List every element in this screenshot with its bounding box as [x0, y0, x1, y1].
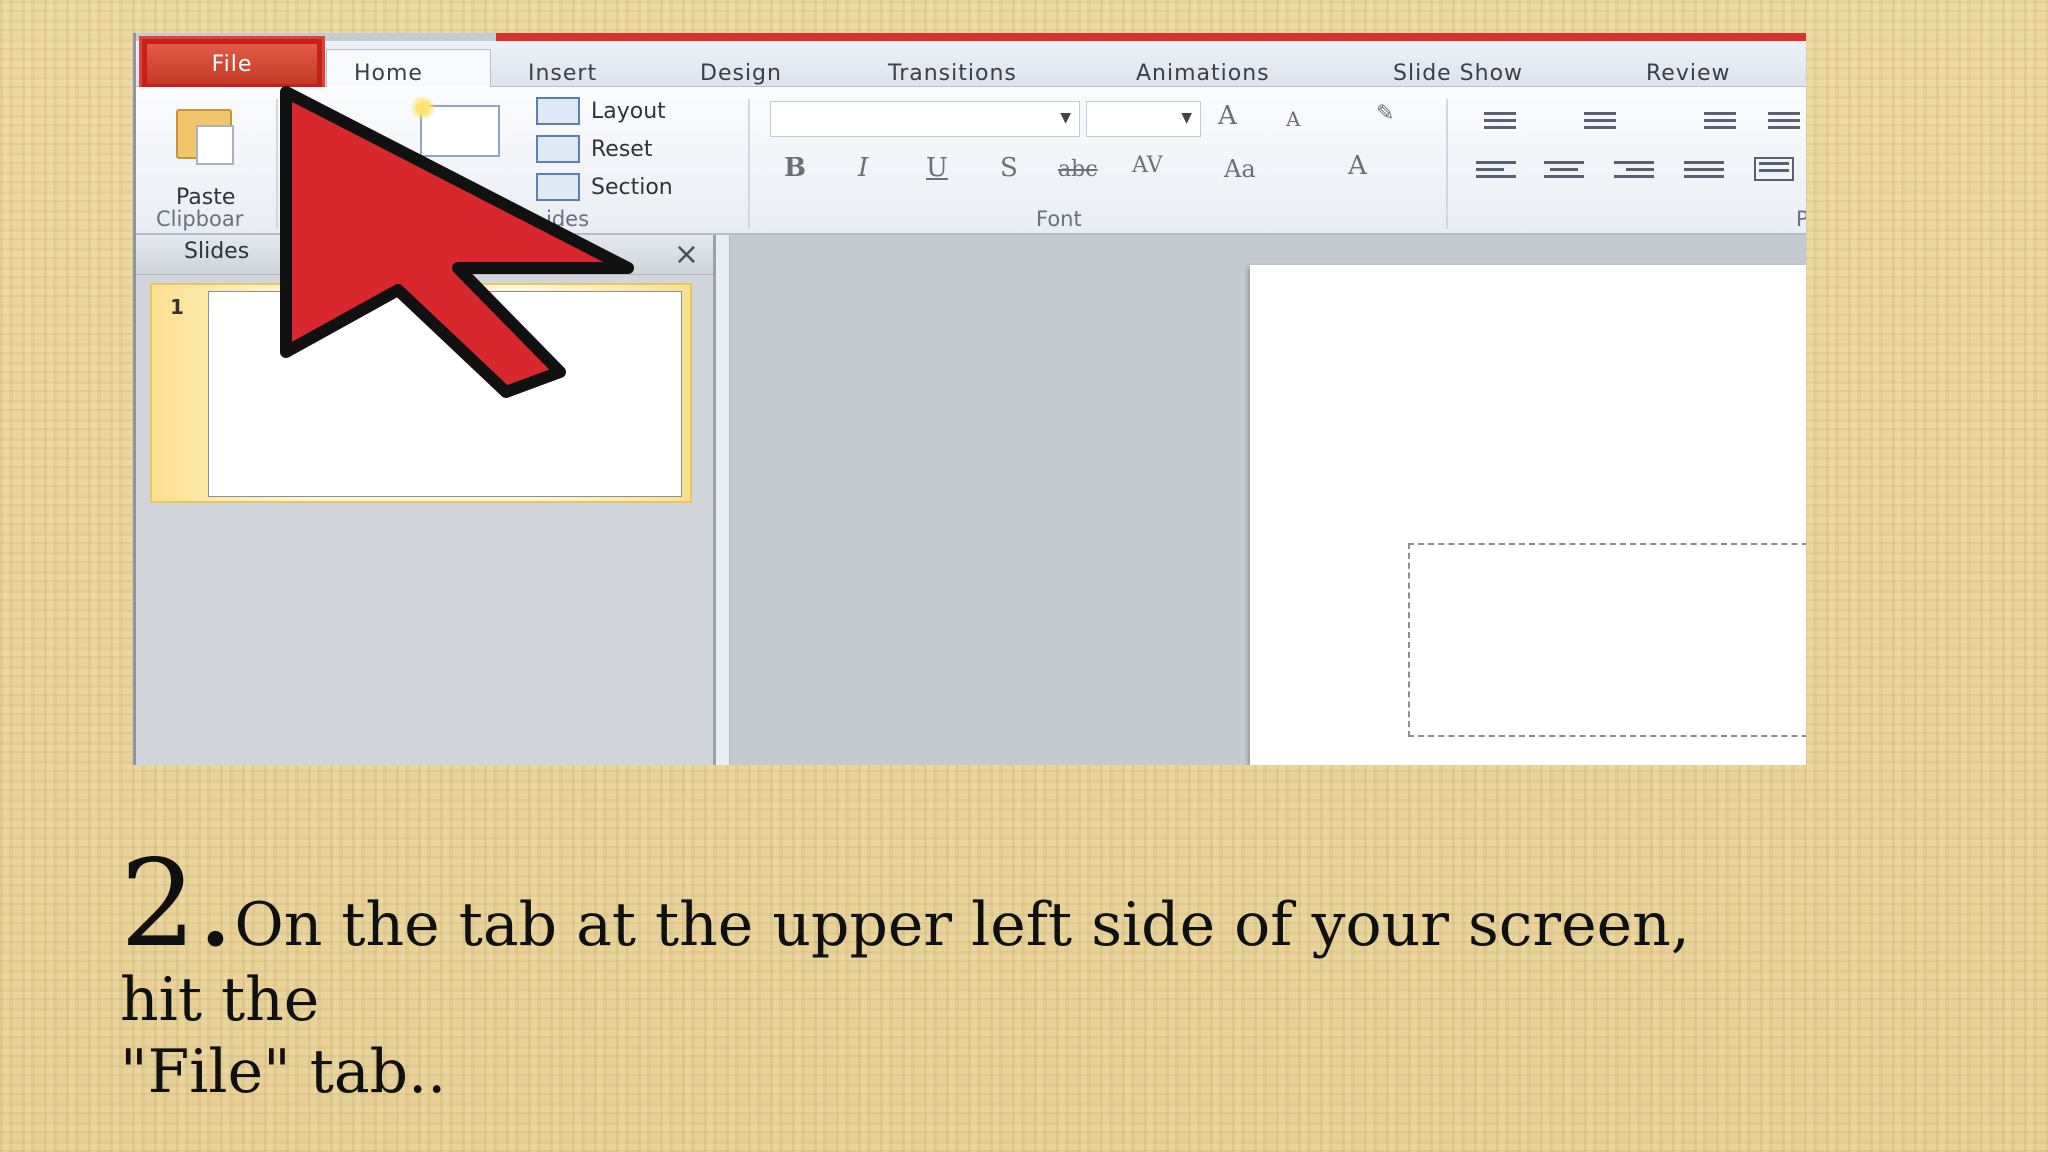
strikethrough-button[interactable]: abc: [1058, 157, 1098, 182]
ribbon-home: Paste Clipboar lew Layout Reset Section …: [136, 87, 1806, 235]
section-button[interactable]: Section: [591, 175, 673, 200]
divider: [1446, 99, 1448, 229]
tab-slide-show[interactable]: Slide Show: [1393, 61, 1523, 86]
tab-animations[interactable]: Animations: [1136, 61, 1270, 86]
change-case-button[interactable]: Aa: [1224, 155, 1256, 183]
title-accent-bar: [496, 33, 1806, 41]
reset-icon: [536, 135, 580, 163]
italic-button[interactable]: I: [858, 153, 868, 183]
font-group-label: Font: [1036, 207, 1082, 231]
powerpoint-screenshot: Home Insert Design Transitions Animation…: [133, 33, 1806, 765]
char-spacing-button[interactable]: AV: [1132, 153, 1163, 178]
bullets-icon[interactable]: [1476, 109, 1516, 133]
tab-file[interactable]: File: [139, 36, 325, 92]
slide-thumbnail[interactable]: [208, 291, 682, 497]
slides-pane-title[interactable]: Slides: [184, 239, 249, 264]
section-icon: [536, 173, 580, 201]
instruction-caption: 2.On the tab at the upper left side of y…: [120, 845, 1760, 1108]
slides-group-label: ides: [546, 207, 590, 231]
align-center-icon[interactable]: [1544, 161, 1584, 185]
chevron-down-icon: ▼: [1060, 110, 1071, 126]
increase-indent-icon[interactable]: [1760, 109, 1800, 133]
font-name-combo[interactable]: ▼: [770, 101, 1080, 137]
paragraph-group-label: P: [1796, 207, 1806, 231]
ribbon-tab-bar: Home Insert Design Transitions Animation…: [136, 41, 1806, 99]
tab-design[interactable]: Design: [700, 61, 782, 86]
instruction-line-2: "File" tab..: [120, 1037, 447, 1107]
shadow-button[interactable]: S: [1000, 153, 1018, 183]
clear-formatting-icon[interactable]: ✎: [1376, 101, 1394, 126]
pane-splitter[interactable]: [716, 235, 730, 765]
clipboard-group-label: Clipboar: [156, 207, 244, 231]
slide-editor: [730, 235, 1806, 765]
tab-transitions[interactable]: Transitions: [888, 61, 1017, 86]
columns-icon[interactable]: [1754, 157, 1794, 181]
new-slide-icon[interactable]: [410, 95, 500, 157]
paste-icon[interactable]: [176, 109, 234, 165]
step-number: 2.: [120, 835, 235, 974]
close-icon[interactable]: ×: [674, 237, 699, 272]
justify-icon[interactable]: [1684, 161, 1724, 185]
underline-button[interactable]: U: [926, 153, 948, 183]
numbering-icon[interactable]: [1576, 109, 1616, 133]
layout-button[interactable]: Layout: [591, 99, 666, 124]
font-size-combo[interactable]: ▼: [1086, 101, 1201, 137]
decrease-indent-icon[interactable]: [1696, 109, 1736, 133]
divider: [276, 99, 278, 229]
font-color-button[interactable]: A: [1348, 151, 1367, 181]
reset-button[interactable]: Reset: [591, 137, 652, 162]
grow-font-icon[interactable]: A: [1218, 101, 1237, 131]
instruction-line-1: On the tab at the upper left side of you…: [120, 890, 1690, 1035]
align-left-icon[interactable]: [1476, 161, 1516, 185]
slide-canvas[interactable]: [1250, 265, 1806, 765]
tab-review[interactable]: Review: [1646, 61, 1731, 86]
tab-insert[interactable]: Insert: [528, 61, 597, 86]
slides-pane-header: Slides ×: [136, 235, 713, 275]
chevron-down-icon: ▼: [1181, 110, 1192, 126]
slides-pane: Slides × 1: [136, 235, 716, 765]
bold-button[interactable]: B: [784, 153, 806, 183]
layout-icon: [536, 97, 580, 125]
new-slide-label[interactable]: lew: [436, 179, 474, 204]
divider: [748, 99, 750, 229]
slide-number: 1: [170, 295, 184, 319]
slide-thumbnail-selected[interactable]: 1: [150, 283, 692, 503]
text-placeholder[interactable]: [1408, 543, 1806, 737]
align-right-icon[interactable]: [1614, 161, 1654, 185]
tab-home[interactable]: Home: [354, 61, 423, 86]
shrink-font-icon[interactable]: A: [1286, 107, 1300, 131]
